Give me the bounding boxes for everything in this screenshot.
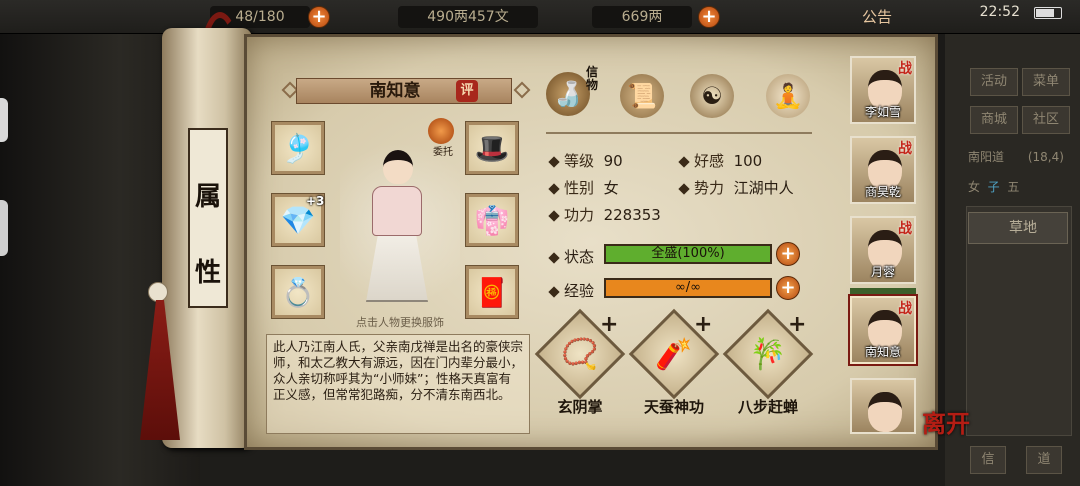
faction-value: 江湖中人 bbox=[733, 179, 794, 197]
favor-value: 100 bbox=[733, 152, 763, 170]
shop-button[interactable]: 商城 bbox=[970, 106, 1018, 134]
enhance-level: +3 bbox=[306, 194, 325, 208]
weapon-icon: 💎 bbox=[280, 203, 316, 237]
battle-tag: 战 bbox=[898, 301, 912, 317]
equip-slot-head[interactable]: 🎐 bbox=[272, 122, 324, 174]
side-handle-middle[interactable] bbox=[0, 200, 8, 256]
add-gold-button[interactable]: + bbox=[698, 6, 720, 28]
entrust-label: 委托 bbox=[433, 147, 453, 158]
top-status-bar: 48/180 + 490两457文 669两 + 公告 22:52 bbox=[0, 0, 1080, 34]
power-value: 228353 bbox=[603, 206, 661, 224]
battle-tag: 战 bbox=[898, 141, 912, 157]
avatar bbox=[868, 392, 902, 432]
stat-faction: 势力 江湖中人 bbox=[678, 177, 794, 198]
portrait-1[interactable]: 战 李如雪 bbox=[850, 56, 916, 124]
exp-text: ∞/∞ bbox=[674, 280, 702, 295]
time-row: 女 子 五 bbox=[968, 180, 1020, 194]
portrait-2[interactable]: 战 商昊乾 bbox=[850, 136, 916, 204]
headwear-icon: 🎐 bbox=[280, 131, 316, 165]
figure-head bbox=[383, 150, 413, 184]
stat-power: 功力 228353 bbox=[548, 204, 661, 225]
battle-tag: 战 bbox=[898, 61, 912, 77]
gold-display: 669两 bbox=[592, 6, 692, 28]
letter-button[interactable]: 信 bbox=[970, 446, 1006, 474]
skill-name-2: 天蚕神功 bbox=[643, 398, 704, 416]
money-display: 490两457文 bbox=[398, 6, 538, 28]
exp-bar: ∞/∞ bbox=[604, 278, 772, 298]
skill-name-1: 玄阴掌 bbox=[557, 398, 603, 416]
divider bbox=[546, 132, 812, 134]
scroll-rod-char: 属 bbox=[194, 182, 221, 212]
hat-icon: 🎩 bbox=[474, 131, 510, 165]
portrait-3[interactable]: 战 月蓉 bbox=[850, 216, 916, 284]
armor-icon: 👘 bbox=[474, 203, 510, 237]
skill-add-button-1[interactable]: + bbox=[600, 312, 618, 337]
exp-plus-button[interactable]: + bbox=[776, 276, 800, 300]
add-capacity-button[interactable]: + bbox=[308, 6, 330, 28]
token-icon[interactable]: 🍶 bbox=[546, 72, 590, 116]
location-label: 南阳道 (18,4) bbox=[968, 150, 1064, 164]
ring-icon: 💍 bbox=[280, 275, 316, 309]
clock: 22:52 bbox=[979, 4, 1020, 20]
equip-slot-hat[interactable]: 🎩 bbox=[466, 122, 518, 174]
entrust-icon[interactable] bbox=[428, 118, 454, 144]
skill-add-button-3[interactable]: + bbox=[788, 312, 806, 337]
leave-button[interactable]: 离开 bbox=[922, 404, 970, 439]
equip-slot-armor[interactable]: 👘 bbox=[466, 194, 518, 246]
status-plus-button[interactable]: + bbox=[776, 242, 800, 266]
portrait-name: 商昊乾 bbox=[864, 185, 901, 199]
skill-add-button-2[interactable]: + bbox=[694, 312, 712, 337]
portrait-3-bar bbox=[850, 288, 916, 294]
portrait-4[interactable]: 战 南知意 bbox=[850, 296, 916, 364]
taiji-icon[interactable]: ☯ bbox=[690, 74, 734, 118]
portrait-name: 南知意 bbox=[864, 345, 901, 359]
status-label: 状态 bbox=[548, 246, 594, 267]
outfit-hint: 点击人物更换服饰 bbox=[356, 316, 444, 329]
portrait-name: 李如雪 bbox=[864, 105, 901, 119]
tassel-bead bbox=[148, 282, 168, 302]
equip-slot-ring[interactable]: 💍 bbox=[272, 266, 324, 318]
token-label: 信物 bbox=[586, 65, 599, 92]
notice-button[interactable]: 公告 bbox=[862, 6, 892, 27]
community-button[interactable]: 社区 bbox=[1022, 106, 1070, 134]
exp-label: 经验 bbox=[548, 280, 594, 301]
character-bio: 此人乃江南人氏，父亲南戊禅是出名的豪侠宗师，和太乙教大有源远，因在门内辈分最小，… bbox=[266, 334, 530, 434]
equip-slot-accessory[interactable]: 🧧 bbox=[466, 266, 518, 318]
meridian-icon[interactable]: 🧘 bbox=[766, 74, 810, 118]
battle-tag: 战 bbox=[898, 221, 912, 237]
portrait-name: 月蓉 bbox=[870, 265, 895, 279]
stat-level: 等级 90 bbox=[548, 150, 623, 171]
rate-button[interactable]: 评 bbox=[456, 80, 478, 102]
figure-body bbox=[372, 186, 422, 236]
activity-button[interactable]: 活动 bbox=[970, 68, 1018, 96]
skill-name-3: 八步赶蝉 bbox=[737, 398, 798, 416]
portrait-5[interactable] bbox=[850, 378, 916, 434]
menu-button[interactable]: 菜单 bbox=[1022, 68, 1070, 96]
stat-favor: 好感 100 bbox=[678, 150, 763, 171]
status-bar: 全盛(100%) bbox=[604, 244, 772, 264]
battery-icon bbox=[1034, 7, 1062, 19]
accessory-icon: 🧧 bbox=[474, 275, 510, 309]
level-value: 90 bbox=[603, 152, 623, 170]
terrain-item[interactable]: 草地 bbox=[968, 212, 1068, 244]
road-button[interactable]: 道 bbox=[1026, 446, 1062, 474]
status-text: 全盛(100%) bbox=[651, 246, 725, 261]
side-handle-top[interactable] bbox=[0, 98, 8, 142]
stat-gender: 性别 女 bbox=[548, 177, 619, 198]
gender-value: 女 bbox=[603, 179, 619, 197]
name-banner: 南知意 bbox=[296, 78, 512, 104]
scroll-item-icon[interactable]: 📜 bbox=[620, 74, 664, 118]
scroll-rod-char: 性 bbox=[194, 258, 221, 288]
